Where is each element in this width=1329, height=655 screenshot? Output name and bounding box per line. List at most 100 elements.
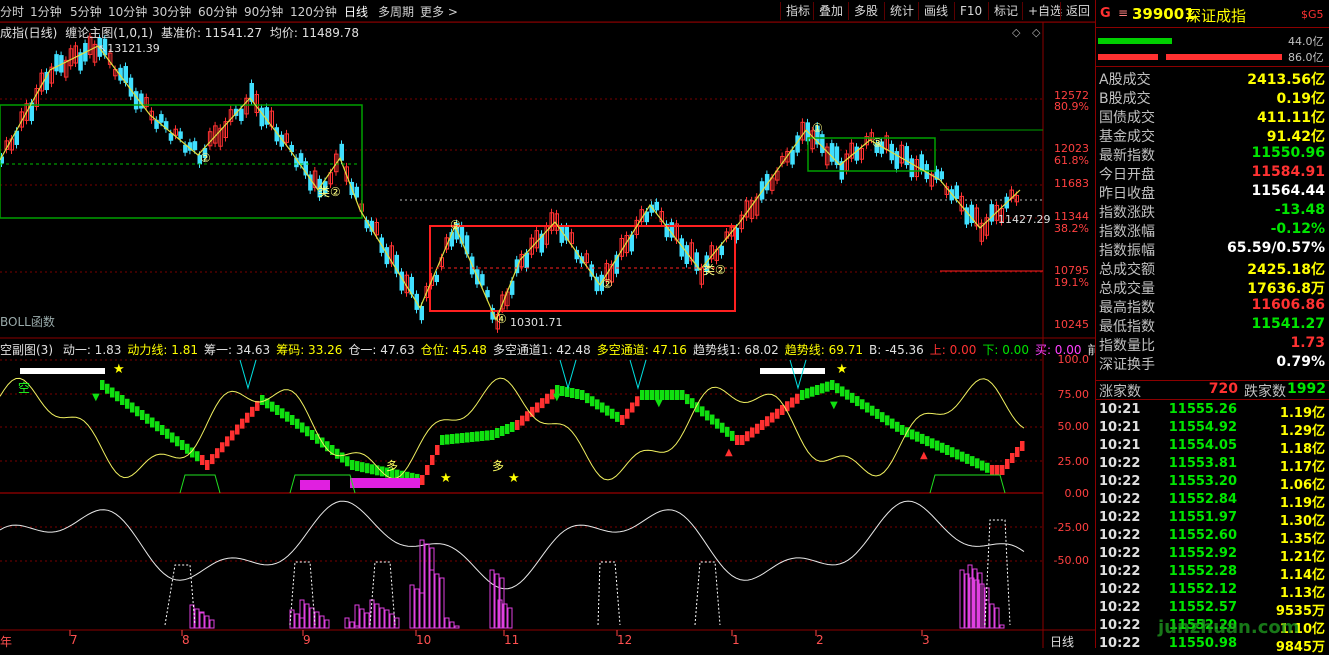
buy-volume-bar <box>1098 38 1172 44</box>
momentum-block <box>760 420 765 430</box>
momentum-block <box>625 408 630 419</box>
momentum-block <box>620 415 625 425</box>
momentum-block <box>275 405 280 415</box>
momentum-block <box>145 413 150 424</box>
volume-bar <box>439 577 445 629</box>
main-chart-title: 成指(日线) <box>0 26 58 40</box>
momentum-block <box>455 433 460 444</box>
fall-count: 1992 <box>1287 381 1326 397</box>
momentum-block <box>295 418 300 429</box>
quote-row: 指数振幅 65.59/0.57% <box>1099 239 1327 259</box>
time-axis-label: 2 <box>816 633 824 647</box>
momentum-block <box>720 422 725 433</box>
volume-bar <box>429 569 435 629</box>
base-price-label: 基准价: 11541.27 <box>160 26 263 40</box>
momentum-block <box>700 406 705 417</box>
sub-readout: 动力线: 1.81 <box>127 343 198 357</box>
sub-readout: 趋势线: 69.71 <box>784 343 864 357</box>
volume-bar <box>419 539 425 629</box>
momentum-block <box>590 396 595 407</box>
quote-label: 最新指数 <box>1099 148 1155 164</box>
quote-value: 2413.56亿 <box>1247 72 1325 88</box>
bar2-value: 86.0亿 <box>1288 51 1324 64</box>
oscillator-line <box>0 500 1025 590</box>
volume-bar <box>424 543 430 629</box>
momentum-block <box>920 433 925 444</box>
chart-grid <box>0 21 1095 648</box>
momentum-block <box>715 418 720 429</box>
tick-row: 10:21 11555.26 1.19亿 <box>1099 401 1327 421</box>
bull-bear-mark: 多 <box>492 459 504 473</box>
momentum-block <box>230 430 235 441</box>
baseline-box <box>929 474 1006 494</box>
momentum-block <box>1000 465 1005 475</box>
tick-time: 10:21 <box>1099 402 1141 417</box>
momentum-block <box>735 435 740 445</box>
momentum-block <box>225 436 230 447</box>
volume-bar <box>349 621 355 629</box>
momentum-block <box>845 389 850 400</box>
momentum-block <box>1010 453 1015 463</box>
settings-icon[interactable]: ◇ <box>1032 26 1040 39</box>
momentum-block <box>280 408 285 419</box>
expand-icon[interactable]: ◇ <box>1012 26 1020 39</box>
main-indicator-name[interactable]: 缠论主图(1,0,1) <box>65 26 153 40</box>
momentum-block <box>535 402 540 413</box>
quote-value: 11584.91 <box>1251 164 1325 180</box>
price-axis-label: 61.8% <box>1054 154 1089 167</box>
momentum-block <box>990 465 995 475</box>
momentum-block <box>380 466 385 477</box>
momentum-block <box>880 412 885 423</box>
sub-axis-label: 100.0 <box>1057 353 1090 366</box>
star-marker: ★ <box>508 471 520 486</box>
quote-row: 总成交量 17636.8万 <box>1099 277 1327 297</box>
tick-price: 11555.26 <box>1168 402 1237 417</box>
bar1-value: 44.0亿 <box>1288 35 1324 48</box>
tick-price: 11554.05 <box>1168 438 1237 453</box>
momentum-block <box>515 420 520 430</box>
wave-annotation: ② <box>200 151 211 165</box>
period-tag[interactable]: 日线 <box>1050 633 1074 650</box>
boll-function-label[interactable]: BOLL函数 <box>0 313 55 330</box>
sub-readout: 筹一: 34.63 <box>203 343 271 357</box>
candle-body <box>939 171 944 180</box>
quote-row: 最新指数 11550.96 <box>1099 144 1327 164</box>
quote-value: 11541.27 <box>1251 316 1325 332</box>
arrow-marker: ▼ <box>92 392 100 403</box>
quote-label: 昨日收盘 <box>1099 186 1155 202</box>
quote-value: -0.12% <box>1270 221 1325 237</box>
momentum-block <box>170 432 175 443</box>
momentum-block <box>250 406 255 417</box>
arrow-marker: ▼ <box>553 392 561 403</box>
tick-time: 10:22 <box>1099 636 1141 651</box>
divider <box>1096 27 1329 28</box>
low-price-mark: 10301.71 <box>510 316 563 329</box>
momentum-block <box>740 435 745 445</box>
sub-readout: 多空通道: 47.16 <box>596 343 687 357</box>
volume-bar <box>414 588 420 629</box>
channel-bump <box>239 359 257 390</box>
quote-label: 最低指数 <box>1099 319 1155 335</box>
sub-chart-title[interactable]: 空副图(3) <box>0 343 53 357</box>
candle-body <box>629 234 634 252</box>
momentum-block <box>120 395 125 405</box>
volume-bar <box>304 603 310 629</box>
volume-bar <box>299 599 305 629</box>
candle-body <box>168 133 174 141</box>
momentum-block <box>825 381 830 392</box>
momentum-block <box>110 387 115 398</box>
sub-axis-label: 0.00 <box>1064 487 1090 500</box>
momentum-block <box>980 460 985 471</box>
wave-annotation: ① <box>812 121 823 135</box>
momentum-block <box>1020 441 1025 451</box>
quote-value: 65.59/0.57% <box>1227 240 1325 256</box>
quote-row: 最低指数 11541.27 <box>1099 315 1327 335</box>
momentum-block <box>465 432 470 443</box>
menu-icon[interactable]: ≡ <box>1118 6 1128 20</box>
momentum-block <box>290 415 295 425</box>
momentum-block <box>475 431 480 442</box>
momentum-block <box>520 415 525 426</box>
candle-body <box>434 274 439 283</box>
momentum-block <box>220 442 225 453</box>
candle-body <box>854 146 859 161</box>
